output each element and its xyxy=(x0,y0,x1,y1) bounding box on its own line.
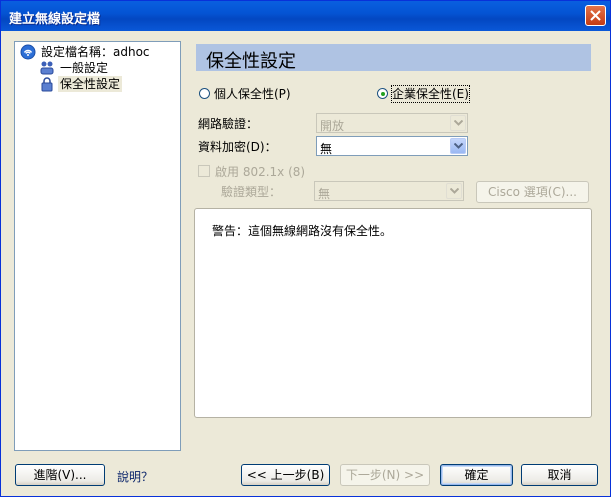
close-button[interactable] xyxy=(585,5,606,26)
security-panel: 保全性設定 個人保全性(P) 企業保全性(E) 網路驗證： 開放 資料加密(D)… xyxy=(194,41,598,455)
enable-8021x-label: 啟用 802.1x (8) xyxy=(215,165,306,179)
warning-box: 警告：這個無線網路沒有保全性。 xyxy=(194,208,592,418)
encrypt-value: 無 xyxy=(320,142,333,156)
enable-8021x-checkbox[interactable] xyxy=(198,165,210,177)
tree-item-label: 設定檔名稱：adhoc xyxy=(41,45,150,59)
warning-text: 警告：這個無線網路沒有保全性。 xyxy=(212,224,393,238)
help-link[interactable]: 說明？ xyxy=(117,468,153,485)
network-users-icon xyxy=(40,61,54,75)
personal-security-label: 個人保全性(P) xyxy=(214,87,291,101)
encrypt-label: 資料加密(D)： xyxy=(198,140,277,154)
lock-icon xyxy=(41,77,53,92)
profile-tree: 設定檔名稱：adhoc 一般設定 保全性設定 xyxy=(14,41,181,451)
ok-button[interactable]: 確定 xyxy=(440,464,513,486)
chevron-down-icon xyxy=(450,138,466,154)
auth-label: 網路驗證： xyxy=(198,117,259,131)
back-button[interactable]: << 上一步(B) xyxy=(241,464,330,486)
page-title: 保全性設定 xyxy=(206,51,296,72)
next-button[interactable]: 下一步(N) >> xyxy=(340,464,430,486)
window-title: 建立無線設定檔 xyxy=(9,12,101,27)
title-bar[interactable]: 建立無線設定檔 xyxy=(1,1,610,31)
close-icon xyxy=(590,10,601,21)
section-header: 保全性設定 xyxy=(196,44,591,72)
radio-selected-dot xyxy=(380,91,385,96)
auth-type-select[interactable]: 無 xyxy=(314,181,464,201)
chevron-down-icon xyxy=(446,183,462,199)
auth-type-value: 無 xyxy=(318,187,331,201)
auth-value: 開放 xyxy=(320,119,345,133)
encrypt-select[interactable]: 無 xyxy=(316,136,468,156)
cancel-button[interactable]: 取消 xyxy=(521,464,598,486)
auth-type-label: 驗證類型： xyxy=(221,185,282,199)
auth-select[interactable]: 開放 xyxy=(316,113,468,133)
advanced-button[interactable]: 進階(V)... xyxy=(15,464,105,486)
wireless-profile-icon xyxy=(20,44,36,60)
cisco-options-button[interactable]: Cisco 選項(C)... xyxy=(476,181,589,203)
tree-item-label: 一般設定 xyxy=(60,61,109,75)
dialog-window: 建立無線設定檔 設定檔名稱：adhoc 一般設定 保全性設定 保全性設定 個人保… xyxy=(0,0,611,497)
chevron-down-icon xyxy=(450,115,466,131)
enterprise-security-label: 企業保全性(E) xyxy=(391,85,470,103)
tree-item-label: 保全性設定 xyxy=(58,76,123,92)
